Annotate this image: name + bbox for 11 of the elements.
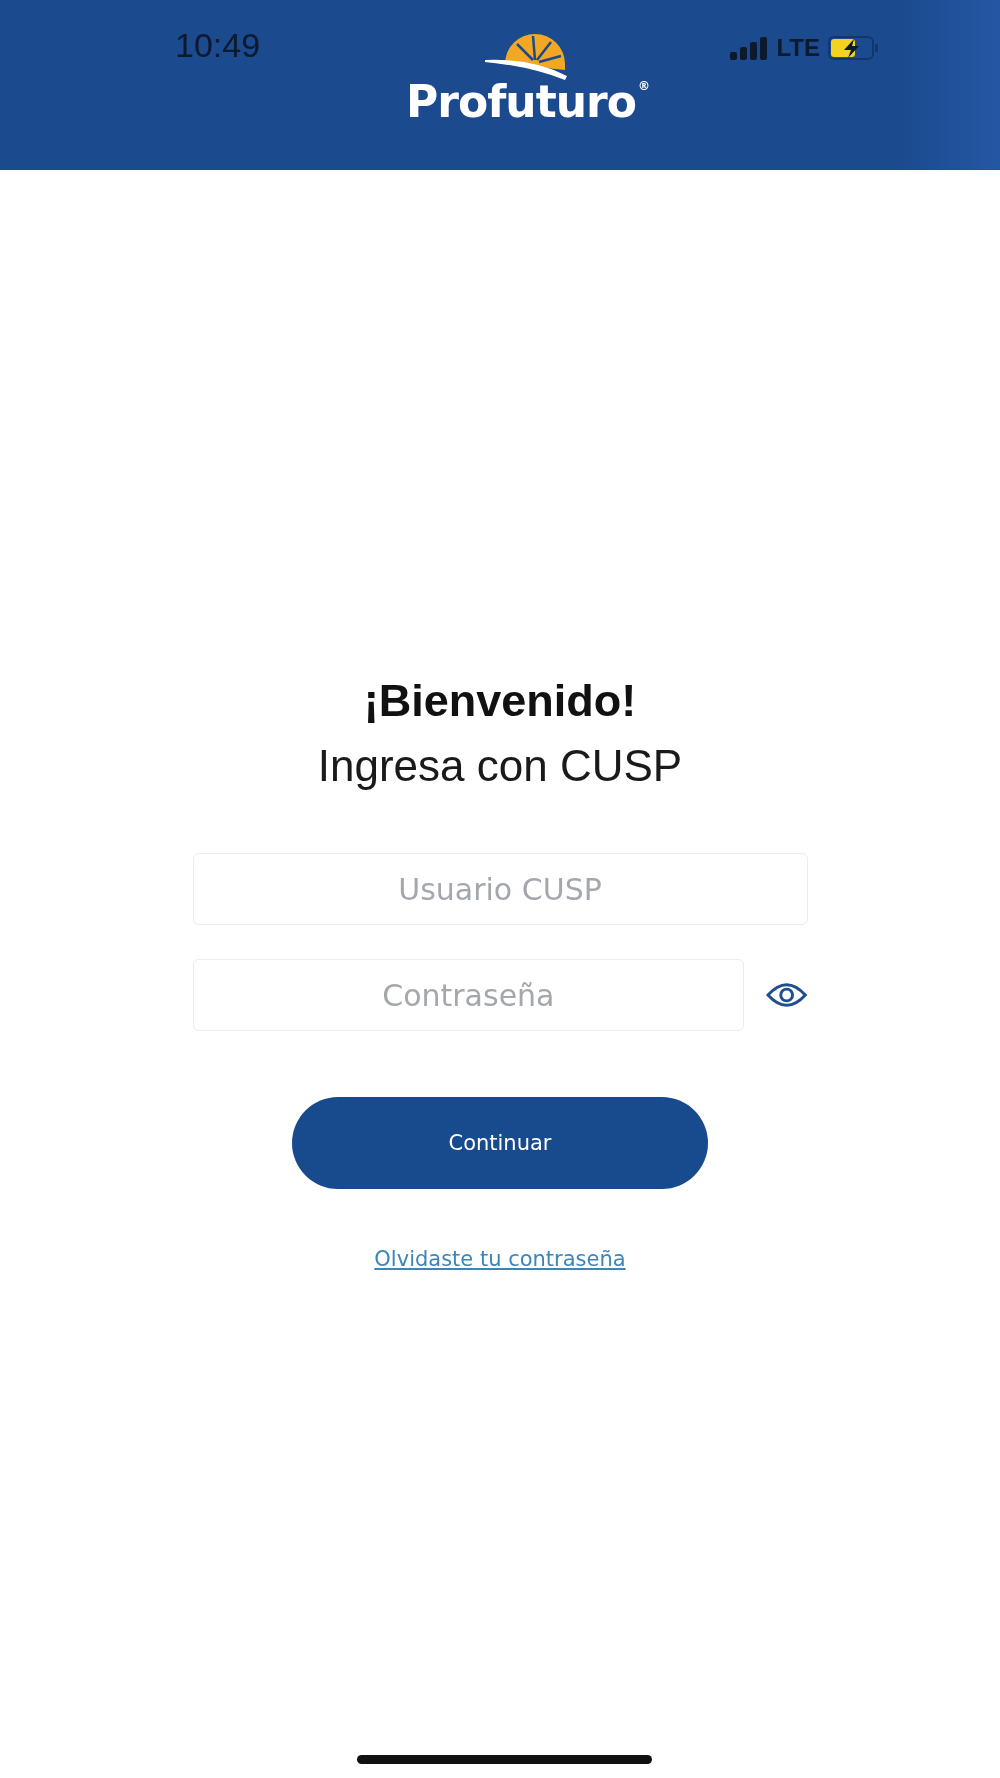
username-field[interactable]: Usuario CUSP	[192, 853, 808, 925]
password-field[interactable]: Contraseña	[192, 959, 745, 1031]
brand-logo: Profuturo®	[406, 80, 649, 124]
login-subtitle: Ingresa con CUSP	[317, 741, 683, 791]
network-label: LTE	[776, 34, 820, 62]
forgot-password-link[interactable]: Olvidaste tu contraseña	[374, 1247, 626, 1271]
eye-icon[interactable]	[766, 982, 808, 1008]
welcome-title: ¡Bienvenido!	[363, 675, 637, 727]
signal-icon	[730, 36, 769, 60]
continue-button[interactable]: Continuar	[292, 1097, 708, 1189]
status-time: 10:49	[175, 26, 261, 65]
